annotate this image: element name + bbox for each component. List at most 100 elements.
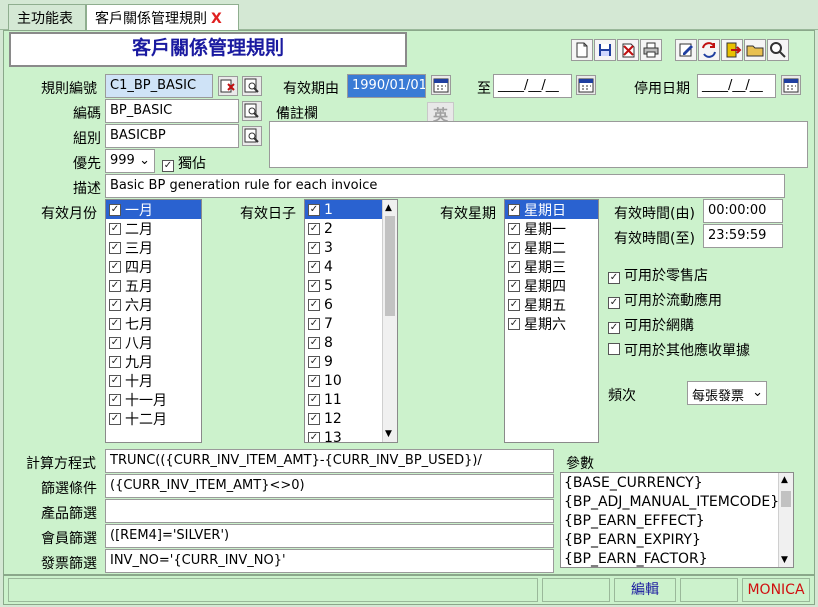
refresh-icon[interactable]: [698, 39, 720, 61]
list-item-label: 星期六: [524, 316, 566, 333]
tab-main-menu[interactable]: 主功能表: [8, 4, 86, 30]
month-list[interactable]: ✓ 一月 ✓ 二月 ✓ 三月 ✓ 四月 ✓ 五月 ✓ 六月 ✓ 七月 ✓ 八月 ✓ 九月 ✓ 十月 ✓ 十一月 ✓ 十二月: [105, 199, 202, 443]
calendar-icon[interactable]: [781, 75, 801, 95]
lookup-icon[interactable]: [218, 76, 238, 96]
scroll-up-icon[interactable]: ▲: [781, 475, 788, 485]
scroll-up-icon[interactable]: ▲: [385, 203, 392, 213]
exit-icon[interactable]: [721, 39, 743, 61]
time-to-field[interactable]: 23:59:59: [703, 224, 783, 248]
close-icon[interactable]: X: [211, 11, 222, 27]
list-item-label: 星期二: [524, 240, 566, 257]
mobile-checkbox[interactable]: ✓ 可用於流動應用: [608, 290, 722, 310]
list-item-label: 二月: [125, 221, 153, 238]
priority-label: 優先: [73, 156, 101, 172]
desc-field[interactable]: Basic BP generation rule for each invoic…: [105, 174, 785, 198]
checkbox-icon: ✓: [109, 298, 121, 311]
delete-icon[interactable]: [617, 39, 639, 61]
param-item[interactable]: {BP_EARN_EXPIRY}: [561, 530, 793, 549]
list-item-label: 九月: [125, 354, 153, 371]
filter-field[interactable]: ({CURR_INV_ITEM_AMT}<>0): [105, 474, 554, 498]
param-item[interactable]: {BASE_CURRENCY}: [561, 473, 793, 492]
list-item-label: 一月: [125, 202, 153, 219]
list-item[interactable]: ✓ 四月: [106, 257, 201, 276]
valid-to-field[interactable]: ____/__/__: [493, 74, 572, 98]
scroll-down-icon[interactable]: ▼: [385, 429, 392, 439]
list-item-label: 三月: [125, 240, 153, 257]
list-item[interactable]: ✓ 二月: [106, 219, 201, 238]
list-item[interactable]: ✓ 星期二: [505, 238, 598, 257]
stop-date-field[interactable]: ____/__/__: [697, 74, 776, 98]
list-item[interactable]: ✓ 七月: [106, 314, 201, 333]
product-filter-field[interactable]: [105, 499, 554, 523]
list-item[interactable]: ✓ 星期四: [505, 276, 598, 295]
list-item-label: 十一月: [125, 392, 167, 409]
param-item[interactable]: {BP_EARN_FACTOR}: [561, 549, 793, 567]
list-item-label: 7: [324, 315, 333, 332]
day-list[interactable]: ✓ 1 ✓ 2 ✓ 3 ✓ 4 ✓ 5 ✓ 6 ✓ 7 ✓ 8 ✓ 9 ✓ 10 ✓ 11 ✓ 12 ✓ 13 ▲ ▼: [304, 199, 398, 443]
list-item-label: 星期三: [524, 259, 566, 276]
params-list[interactable]: {BASE_CURRENCY} {BP_ADJ_MANUAL_ITEMCODE}{…: [560, 472, 794, 568]
search-icon[interactable]: [242, 126, 262, 146]
product-filter-label: 產品篩選: [41, 506, 97, 522]
list-item[interactable]: ✓ 星期日: [505, 200, 598, 219]
list-item[interactable]: ✓ 八月: [106, 333, 201, 352]
new-icon[interactable]: [571, 39, 593, 61]
scroll-down-icon[interactable]: ▼: [781, 555, 788, 565]
list-item[interactable]: ✓ 星期三: [505, 257, 598, 276]
retail-checkbox[interactable]: ✓ 可用於零售店: [608, 265, 708, 285]
list-item[interactable]: ✓ 六月: [106, 295, 201, 314]
remarks-field[interactable]: [269, 121, 808, 168]
freq-select[interactable]: 每張發票 ⌄: [687, 381, 767, 405]
list-item[interactable]: ✓ 十一月: [106, 390, 201, 409]
checkbox-icon: ✓: [109, 203, 121, 216]
search-icon[interactable]: [242, 76, 262, 96]
calendar-icon[interactable]: [576, 75, 596, 95]
rule-no-field[interactable]: C1_BP_BASIC: [105, 74, 213, 98]
code-field[interactable]: BP_BASIC: [105, 99, 239, 123]
list-item[interactable]: ✓ 十二月: [106, 409, 201, 428]
priority-select[interactable]: 999 ⌄: [105, 149, 155, 173]
search-icon[interactable]: [242, 101, 262, 121]
checkbox-icon: ✓: [109, 279, 121, 292]
save-icon[interactable]: [594, 39, 616, 61]
checkbox-icon: ✓: [109, 336, 121, 349]
other-checkbox[interactable]: 可用於其他應收單據: [608, 340, 750, 360]
list-item-label: 星期日: [524, 202, 566, 219]
list-item[interactable]: ✓ 星期一: [505, 219, 598, 238]
edit-icon[interactable]: [675, 39, 697, 61]
list-item[interactable]: ✓ 星期五: [505, 295, 598, 314]
scroll-thumb[interactable]: [781, 491, 791, 507]
list-item-label: 星期一: [524, 221, 566, 238]
list-item[interactable]: ✓ 三月: [106, 238, 201, 257]
tab-crm-rules[interactable]: 客戶關係管理規則 X: [86, 4, 239, 30]
scroll-thumb[interactable]: [385, 216, 395, 316]
find-icon[interactable]: [767, 39, 789, 61]
member-filter-field[interactable]: ([REM4]='SILVER'): [105, 524, 554, 548]
exclusive-checkbox[interactable]: ✓ 獨佔: [162, 153, 206, 173]
valid-from-field[interactable]: 1990/01/01: [347, 74, 426, 98]
formula-field[interactable]: TRUNC(({CURR_INV_ITEM_AMT}-{CURR_INV_BP_…: [105, 449, 554, 473]
online-checkbox[interactable]: ✓ 可用於網購: [608, 315, 694, 335]
day-list-scrollbar[interactable]: ▲ ▼: [382, 200, 397, 442]
checkbox-icon: ✓: [508, 298, 520, 311]
list-item[interactable]: ✓ 星期六: [505, 314, 598, 333]
group-field[interactable]: BASICBP: [105, 124, 239, 148]
checkbox-icon: ✓: [608, 322, 620, 334]
list-item[interactable]: ✓ 十月: [106, 371, 201, 390]
time-from-field[interactable]: 00:00:00: [703, 199, 783, 223]
chevron-down-icon: ⌄: [752, 385, 763, 400]
param-item[interactable]: {BP_EARN_EFFECT}: [561, 511, 793, 530]
checkbox-icon: ✓: [109, 222, 121, 235]
params-scrollbar[interactable]: ▲ ▼: [778, 473, 793, 567]
invoice-filter-field[interactable]: INV_NO='{CURR_INV_NO}': [105, 549, 554, 573]
param-item[interactable]: {BP_ADJ_MANUAL_ITEMCODE}: [561, 492, 793, 511]
checkbox-icon: ✓: [508, 260, 520, 273]
week-list[interactable]: ✓ 星期日 ✓ 星期一 ✓ 星期二 ✓ 星期三 ✓ 星期四 ✓ 星期五 ✓ 星期六: [504, 199, 599, 443]
list-item-label: 七月: [125, 316, 153, 333]
list-item[interactable]: ✓ 五月: [106, 276, 201, 295]
list-item[interactable]: ✓ 九月: [106, 352, 201, 371]
open-icon[interactable]: [744, 39, 766, 61]
print-icon[interactable]: [640, 39, 662, 61]
list-item[interactable]: ✓ 一月: [106, 200, 201, 219]
calendar-icon[interactable]: [431, 75, 451, 95]
